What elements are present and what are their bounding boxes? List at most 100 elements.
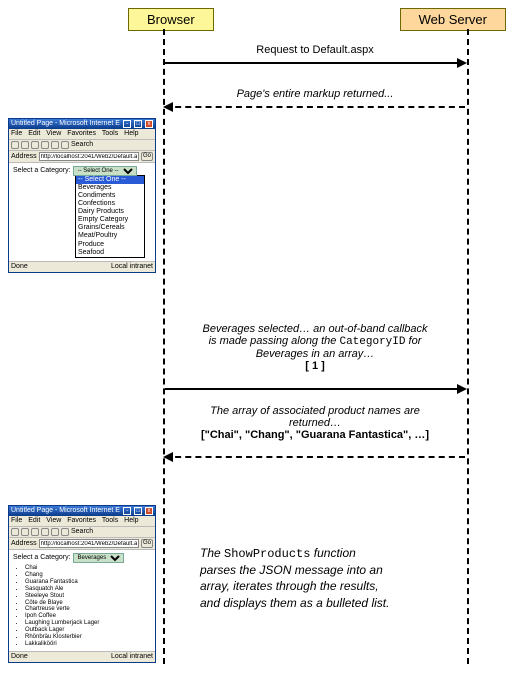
option-confections[interactable]: Confections: [76, 200, 144, 208]
option-dairy[interactable]: Dairy Products: [76, 208, 144, 216]
home-icon[interactable]: [51, 528, 59, 536]
list-item: Chartreuse verte: [25, 606, 151, 613]
msg4-l2: returned…: [289, 417, 341, 429]
msg1-text: Request to Default.aspx: [256, 44, 373, 56]
window-title: Untitled Page - Microsoft Internet E: [11, 507, 120, 515]
option-condiments[interactable]: Condiments: [76, 192, 144, 200]
option-seafood[interactable]: Seafood: [76, 249, 144, 257]
menu-edit[interactable]: Edit: [28, 517, 40, 524]
address-label: Address: [11, 153, 37, 161]
list-item: Ipoh Coffee: [25, 613, 151, 620]
list-item: Guarana Fantastica: [25, 579, 151, 586]
menu-view[interactable]: View: [46, 130, 61, 137]
msg-response-label: The array of associated product names ar…: [170, 405, 460, 441]
toolbar-search-label: Search: [71, 528, 93, 536]
list-item: Chang: [25, 572, 151, 579]
msg-callback-label: Beverages selected… an out-of-band callb…: [170, 323, 460, 372]
maximize-icon: □: [134, 120, 142, 128]
maximize-icon: □: [134, 507, 142, 515]
refresh-icon[interactable]: [41, 528, 49, 536]
menu-favorites[interactable]: Favorites: [67, 517, 96, 524]
mini-browser-after: Untitled Page - Microsoft Internet E - □…: [8, 505, 156, 663]
list-item: Côte de Blaye: [25, 600, 151, 607]
menu-tools[interactable]: Tools: [102, 130, 118, 137]
arrowhead-left-icon: [163, 452, 173, 462]
window-title: Untitled Page - Microsoft Internet E: [11, 120, 120, 128]
address-input[interactable]: [39, 539, 139, 548]
category-select[interactable]: -- Select One --: [73, 166, 137, 176]
window-buttons: - □ x: [122, 507, 153, 515]
toolbar-search-label: Search: [71, 141, 93, 149]
menu-bar: File Edit View Favorites Tools Help: [9, 129, 155, 140]
msg4-l1: The array of associated product names ar…: [210, 405, 420, 417]
menu-file[interactable]: File: [11, 130, 22, 137]
arrow-request: [165, 62, 465, 64]
menu-edit[interactable]: Edit: [28, 130, 40, 137]
home-icon[interactable]: [51, 141, 59, 149]
msg3-l1: Beverages selected… an out-of-band callb…: [202, 323, 427, 335]
menu-help[interactable]: Help: [124, 130, 138, 137]
menu-favorites[interactable]: Favorites: [67, 130, 96, 137]
showproducts-caption: The ShowProducts function parses the JSO…: [200, 545, 390, 611]
arrowhead-right-icon: [457, 384, 467, 394]
list-item: Lakkalikööri: [25, 641, 151, 648]
msg3-l2a: is made passing along the: [209, 335, 340, 347]
close-icon: x: [145, 507, 153, 515]
toolbar: Search: [9, 140, 155, 151]
status-left: Done: [11, 653, 28, 661]
menu-bar: File Edit View Favorites Tools Help: [9, 516, 155, 527]
msg4-payload: ["Chai", "Chang", "Guarana Fantastica", …: [201, 429, 429, 441]
category-select[interactable]: Beverages: [73, 553, 124, 563]
menu-help[interactable]: Help: [124, 517, 138, 524]
status-bar: Done Local intranet: [9, 261, 155, 272]
list-item: Chai: [25, 565, 151, 572]
search-icon[interactable]: [61, 528, 69, 536]
close-icon: x: [145, 120, 153, 128]
caption-fn: ShowProducts: [224, 547, 310, 561]
menu-tools[interactable]: Tools: [102, 517, 118, 524]
forward-icon[interactable]: [21, 141, 29, 149]
refresh-icon[interactable]: [41, 141, 49, 149]
search-icon[interactable]: [61, 141, 69, 149]
status-right: Local intranet: [111, 653, 153, 661]
status-left: Done: [11, 263, 28, 271]
stop-icon[interactable]: [31, 528, 39, 536]
msg3-l2c: for: [405, 335, 421, 347]
toolbar: Search: [9, 527, 155, 538]
go-button[interactable]: Go: [141, 152, 153, 161]
minimize-icon: -: [123, 120, 131, 128]
participant-browser: Browser: [128, 8, 214, 31]
arrowhead-left-icon: [163, 102, 173, 112]
category-label: Select a Category:: [13, 167, 71, 174]
status-bar: Done Local intranet: [9, 651, 155, 662]
option-beverages[interactable]: Beverages: [76, 184, 144, 192]
back-icon[interactable]: [11, 528, 19, 536]
participant-web-server: Web Server: [400, 8, 506, 31]
go-button[interactable]: Go: [141, 539, 153, 548]
stop-icon[interactable]: [31, 141, 39, 149]
back-icon[interactable]: [11, 141, 19, 149]
lifeline-browser: [163, 29, 165, 664]
address-bar: Address Go: [9, 151, 155, 163]
address-input[interactable]: [39, 152, 139, 161]
list-item: Outback Lager: [25, 627, 151, 634]
option-empty[interactable]: Empty Category: [76, 216, 144, 224]
msg3-categoryid: CategoryID: [339, 336, 405, 348]
option-produce[interactable]: Produce: [76, 241, 144, 249]
list-item: Steeleye Stout: [25, 593, 151, 600]
menu-file[interactable]: File: [11, 517, 22, 524]
option-meat[interactable]: Meat/Poultry: [76, 232, 144, 240]
status-right: Local intranet: [111, 263, 153, 271]
msg-request-label: Request to Default.aspx: [170, 44, 460, 56]
category-label: Select a Category:: [13, 554, 71, 561]
address-label: Address: [11, 540, 37, 548]
list-item: Laughing Lumberjack Lager: [25, 620, 151, 627]
category-dropdown-list: -- Select One -- Beverages Condiments Co…: [75, 175, 145, 257]
window-titlebar: Untitled Page - Microsoft Internet E - □…: [9, 119, 155, 129]
option-grains[interactable]: Grains/Cereals: [76, 224, 144, 232]
msg-page-returned-label: Page's entire markup returned...: [170, 88, 460, 100]
forward-icon[interactable]: [21, 528, 29, 536]
lifeline-web-server: [467, 29, 469, 664]
option-select-one[interactable]: -- Select One --: [76, 176, 144, 184]
menu-view[interactable]: View: [46, 517, 61, 524]
